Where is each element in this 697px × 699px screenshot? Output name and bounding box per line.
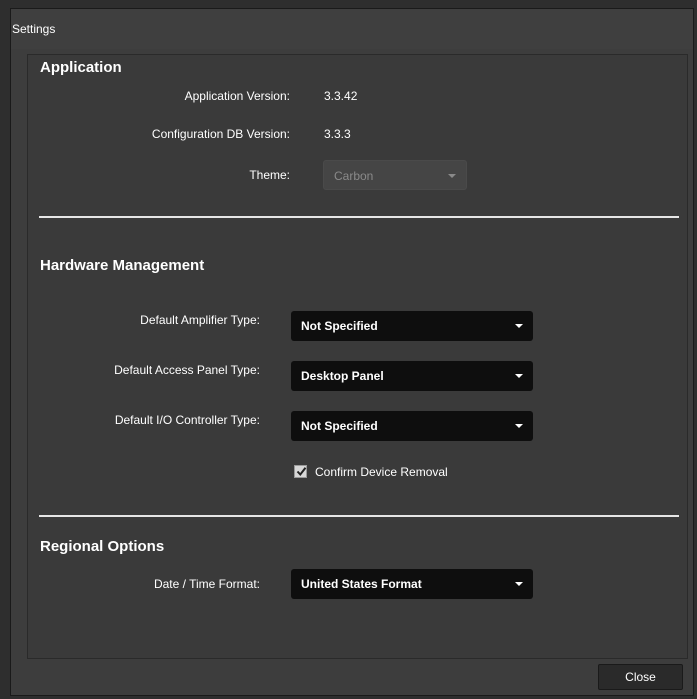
regional-section-title: Regional Options <box>40 538 165 555</box>
amplifier-type-dropdown[interactable]: Not Specified <box>291 311 533 341</box>
application-version-label: Application Version: <box>184 89 290 103</box>
theme-dropdown-value: Carbon <box>334 169 374 183</box>
settings-window: Settings Application Application Version… <box>10 8 694 696</box>
config-db-version-value: 3.3.3 <box>324 127 351 141</box>
access-panel-type-label: Default Access Panel Type: <box>114 363 260 377</box>
theme-dropdown: Carbon <box>323 160 467 190</box>
title-bar: Settings <box>11 9 693 49</box>
section-divider <box>39 216 679 218</box>
chevron-down-icon <box>448 174 456 178</box>
settings-panel: Application Application Version: 3.3.42 … <box>27 54 688 659</box>
chevron-down-icon <box>515 582 523 586</box>
chevron-down-icon <box>515 424 523 428</box>
confirm-device-removal-label[interactable]: Confirm Device Removal <box>315 465 448 479</box>
io-controller-type-label: Default I/O Controller Type: <box>114 413 260 427</box>
close-button[interactable]: Close <box>598 664 683 690</box>
io-controller-type-dropdown[interactable]: Not Specified <box>291 411 533 441</box>
application-version-value: 3.3.42 <box>324 89 358 103</box>
datetime-format-label: Date / Time Format: <box>153 577 260 591</box>
amplifier-type-label: Default Amplifier Type: <box>140 313 260 327</box>
config-db-version-label: Configuration DB Version: <box>151 127 290 141</box>
confirm-device-removal-checkbox[interactable] <box>294 465 307 478</box>
io-controller-type-value: Not Specified <box>301 419 378 433</box>
access-panel-type-dropdown[interactable]: Desktop Panel <box>291 361 533 391</box>
access-panel-type-value: Desktop Panel <box>301 369 384 383</box>
checkmark-icon <box>296 467 307 477</box>
theme-label: Theme: <box>249 168 290 182</box>
chevron-down-icon <box>515 374 523 378</box>
chevron-down-icon <box>515 324 523 328</box>
datetime-format-dropdown[interactable]: United States Format <box>291 569 533 599</box>
section-divider <box>39 515 679 517</box>
application-section-title: Application <box>40 59 122 76</box>
hardware-section-title: Hardware Management <box>40 257 205 274</box>
amplifier-type-value: Not Specified <box>301 319 378 333</box>
datetime-format-value: United States Format <box>301 577 422 591</box>
window-title: Settings <box>12 22 56 36</box>
